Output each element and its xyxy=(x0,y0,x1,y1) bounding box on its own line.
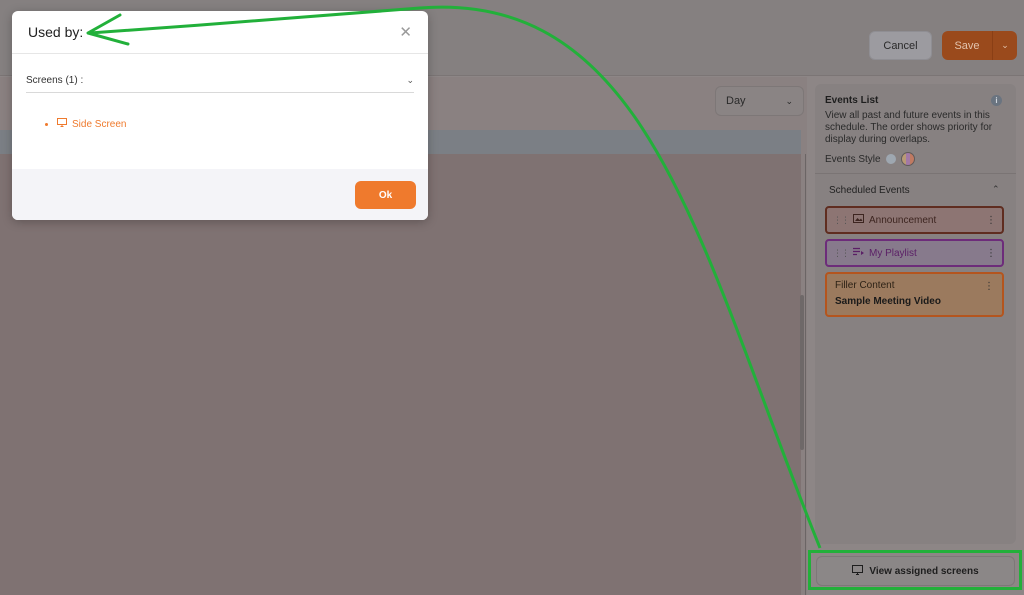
style-plain-option[interactable] xyxy=(885,154,896,164)
ok-button[interactable]: Ok xyxy=(355,181,416,209)
screens-count-label: Screens (1) : xyxy=(26,75,84,86)
style-colored-option[interactable] xyxy=(900,152,915,166)
annotation-highlight-box xyxy=(808,550,1022,590)
save-button[interactable]: Save ⌄ xyxy=(942,31,1017,60)
used-by-dialog: Used by: ✕ Screens (1) : ⌄ Side Screen O… xyxy=(12,11,428,220)
calendar-scrollbar[interactable] xyxy=(800,295,804,450)
events-list-title: Events List xyxy=(825,95,879,106)
screen-list-item[interactable]: Side Screen xyxy=(45,118,126,130)
monitor-icon xyxy=(57,118,67,130)
event-label: Announcement xyxy=(869,214,937,226)
screen-name: Side Screen xyxy=(72,118,127,130)
filler-content-name: Sample Meeting Video xyxy=(835,296,941,307)
calendar-divider xyxy=(805,154,806,595)
dialog-header: Used by: ✕ xyxy=(12,11,428,54)
more-options-icon[interactable]: ⋮ xyxy=(986,248,996,259)
cancel-button[interactable]: Cancel xyxy=(869,31,932,60)
image-icon xyxy=(853,214,864,226)
list-bullet xyxy=(45,122,48,126)
calendar-view-value: Day xyxy=(726,95,746,107)
events-list-description: View all past and future events in this … xyxy=(825,110,993,145)
drag-handle-icon[interactable]: ⋮⋮ xyxy=(833,215,850,226)
event-item-announcement[interactable]: ⋮⋮ Announcement ⋮ xyxy=(825,206,1004,234)
drag-handle-icon[interactable]: ⋮⋮ xyxy=(833,248,850,259)
more-options-icon[interactable]: ⋮ xyxy=(984,281,994,292)
filler-content-card[interactable]: Filler Content Sample Meeting Video ⋮ xyxy=(825,272,1004,317)
events-style-label: Events Style xyxy=(825,153,881,165)
dialog-footer: Ok xyxy=(12,169,428,220)
event-label: My Playlist xyxy=(869,247,917,259)
events-style-row: Events Style xyxy=(825,152,915,166)
screens-accordion-header[interactable]: Screens (1) : ⌄ xyxy=(26,69,414,93)
dialog-title: Used by: xyxy=(28,24,84,40)
playlist-icon xyxy=(853,247,864,259)
chevron-up-icon[interactable]: ⌃ xyxy=(992,184,1000,195)
close-icon[interactable]: ✕ xyxy=(399,23,412,41)
chevron-down-icon: ⌄ xyxy=(785,95,793,106)
more-options-icon[interactable]: ⋮ xyxy=(986,215,996,226)
chevron-down-icon[interactable]: ⌄ xyxy=(406,75,414,86)
scheduled-events-title: Scheduled Events xyxy=(829,185,910,196)
save-button-label: Save xyxy=(954,39,980,52)
calendar-view-select[interactable]: Day ⌄ xyxy=(715,86,804,116)
event-item-playlist[interactable]: ⋮⋮ My Playlist ⋮ xyxy=(825,239,1004,267)
info-icon[interactable]: i xyxy=(991,95,1002,106)
chevron-down-icon[interactable]: ⌄ xyxy=(993,40,1017,51)
calendar-grid xyxy=(0,154,801,595)
filler-content-title: Filler Content xyxy=(835,280,895,291)
